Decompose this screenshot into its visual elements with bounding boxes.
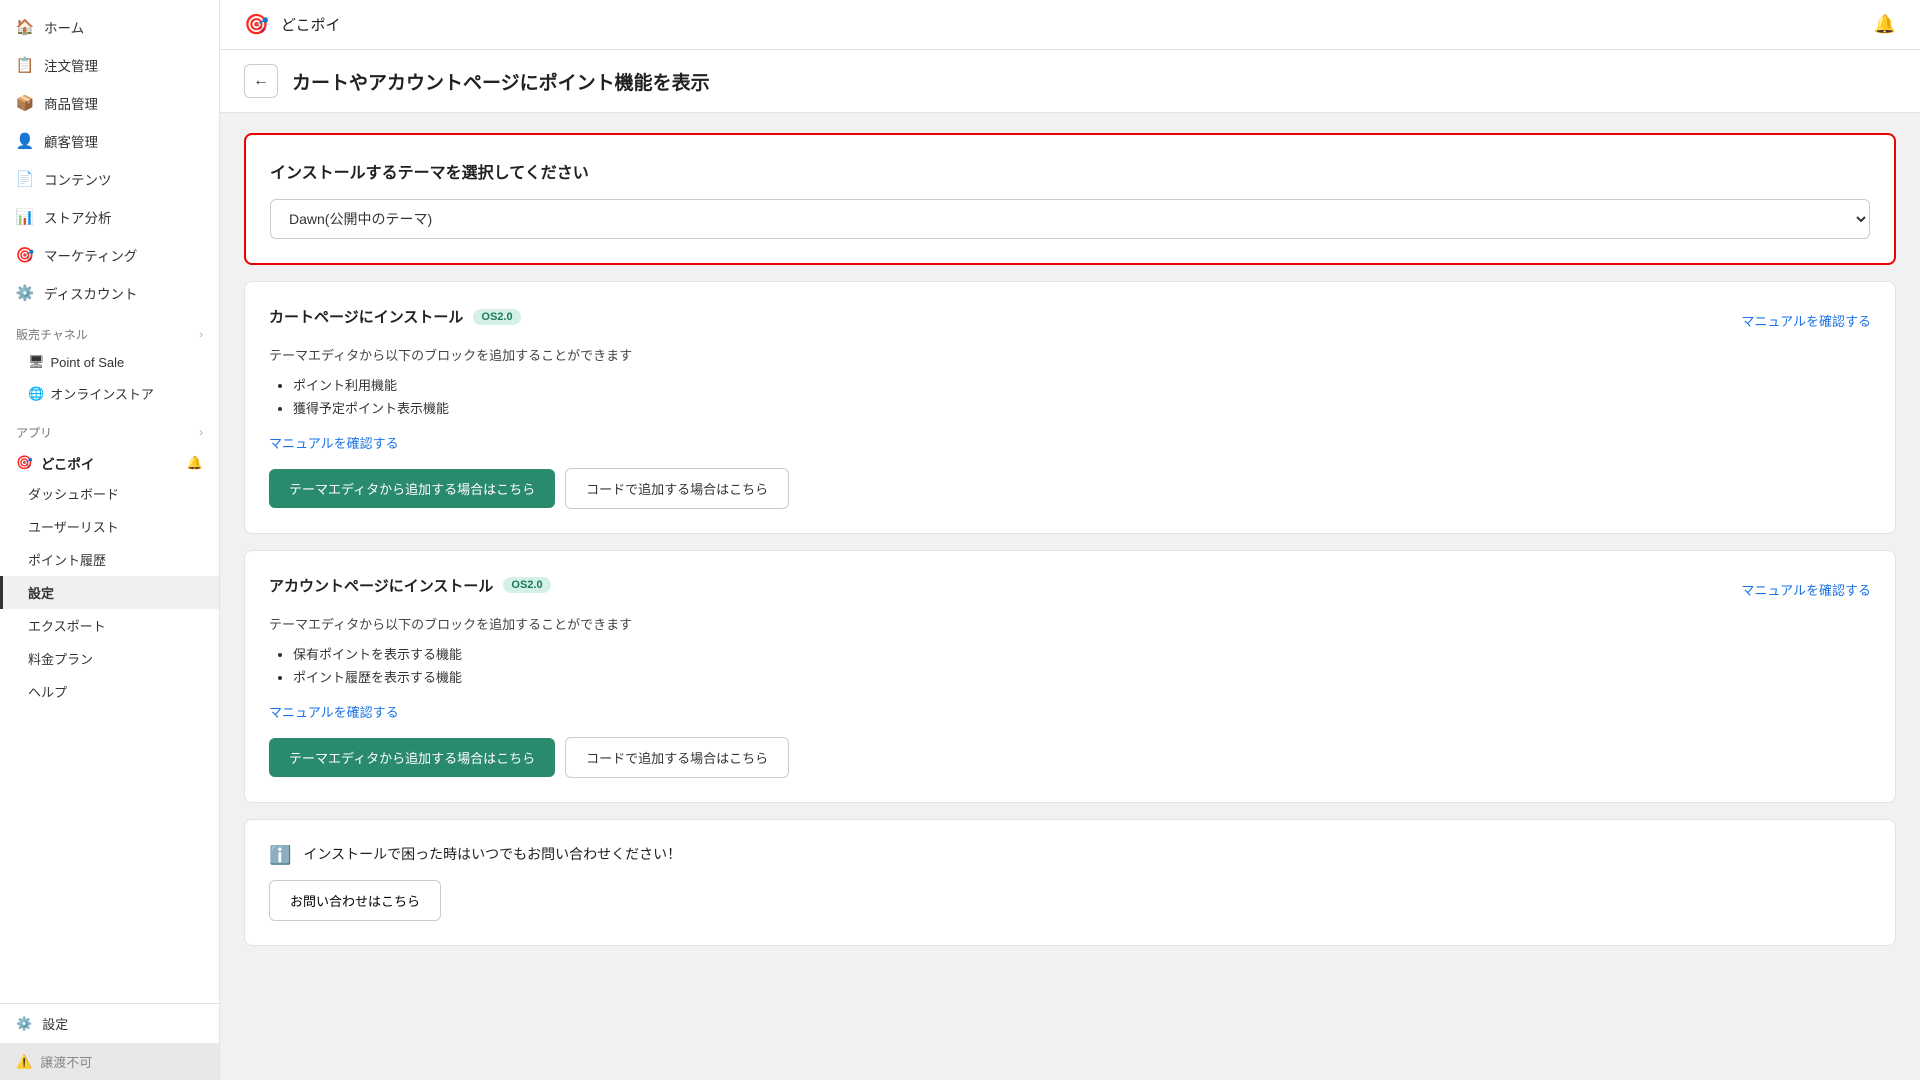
cart-feature-1: ポイント利用機能 <box>293 374 1871 397</box>
sidebar-item-orders[interactable]: 📋 注文管理 <box>0 46 219 84</box>
apps-section: アプリ › <box>0 410 219 445</box>
orders-icon: 📋 <box>16 56 34 74</box>
sidebar-item-user-list[interactable]: ユーザーリスト <box>0 510 219 543</box>
sidebar-item-customers[interactable]: 👤 顧客管理 <box>0 122 219 160</box>
topbar-right: 🔔 <box>1874 14 1896 35</box>
home-icon: 🏠 <box>16 18 34 36</box>
sidebar-item-help[interactable]: ヘルプ <box>0 675 219 708</box>
discounts-icon: ⚙️ <box>16 284 34 302</box>
cart-theme-editor-button[interactable]: テーマエディタから追加する場合はこちら <box>269 469 555 508</box>
sidebar-item-analytics[interactable]: 📊 ストア分析 <box>0 198 219 236</box>
page-title: カートやアカウントページにポイント機能を表示 <box>292 68 710 95</box>
account-install-card: アカウントページにインストール OS2.0 マニュアルを確認する テーマエディタ… <box>244 550 1896 803</box>
sidebar-unavailable: ⚠️ 譲渡不可 <box>0 1043 219 1080</box>
cart-card-header: カートページにインストール OS2.0 マニュアルを確認する <box>269 306 1871 335</box>
topbar-app-icon: 🎯 <box>244 12 269 37</box>
account-description: テーマエディタから以下のブロックを追加することができます <box>269 614 1871 633</box>
customers-icon: 👤 <box>16 132 34 150</box>
theme-selector-card: インストールするテーマを選択してください Dawn(公開中のテーマ) <box>244 133 1896 265</box>
marketing-icon: 🎯 <box>16 246 34 264</box>
theme-selector-title: インストールするテーマを選択してください <box>270 159 1870 183</box>
back-button[interactable]: ← <box>244 64 278 98</box>
content-icon: 📄 <box>16 170 34 188</box>
cart-install-card: カートページにインストール OS2.0 マニュアルを確認する テーマエディタから… <box>244 281 1896 534</box>
cart-os-badge: OS2.0 <box>473 309 520 325</box>
warning-icon: ⚠️ <box>16 1054 32 1070</box>
pos-icon: 🖥 <box>28 354 45 370</box>
chevron-icon: › <box>199 329 203 341</box>
account-code-button[interactable]: コードで追加する場合はこちら <box>565 737 789 778</box>
cart-feature-2: 獲得予定ポイント表示機能 <box>293 397 1871 420</box>
sales-channel-section: 販売チャネル › <box>0 312 219 347</box>
sidebar: 🏠 ホーム 📋 注文管理 📦 商品管理 👤 顧客管理 📄 コンテンツ 📊 ストア… <box>0 0 220 1080</box>
main-content: 🎯 どこポイ 🔔 ← カートやアカウントページにポイント機能を表示 インストール… <box>220 0 1920 1080</box>
sidebar-item-dashboard[interactable]: ダッシュボード <box>0 477 219 510</box>
sidebar-item-discounts[interactable]: ⚙️ ディスカウント <box>0 274 219 312</box>
sidebar-item-home[interactable]: 🏠 ホーム <box>0 8 219 46</box>
bell-icon[interactable]: 🔔 <box>187 455 203 471</box>
cart-actions: テーマエディタから追加する場合はこちら コードで追加する場合はこちら <box>269 468 1871 509</box>
account-manual-link[interactable]: マニュアルを確認する <box>269 702 399 721</box>
analytics-icon: 📊 <box>16 208 34 226</box>
theme-select[interactable]: Dawn(公開中のテーマ) <box>270 199 1870 239</box>
sidebar-item-export[interactable]: エクスポート <box>0 609 219 642</box>
page-header: ← カートやアカウントページにポイント機能を表示 <box>220 50 1920 113</box>
account-actions: テーマエディタから追加する場合はこちら コードで追加する場合はこちら <box>269 737 1871 778</box>
cart-description: テーマエディタから以下のブロックを追加することができます <box>269 345 1871 364</box>
products-icon: 📦 <box>16 94 34 112</box>
back-arrow-icon: ← <box>253 72 269 90</box>
app-label: 🎯 どこポイ 🔔 <box>0 445 219 477</box>
account-manual-link-top[interactable]: マニュアルを確認する <box>1741 580 1871 599</box>
sidebar-item-point-history[interactable]: ポイント履歴 <box>0 543 219 576</box>
cart-code-button[interactable]: コードで追加する場合はこちら <box>565 468 789 509</box>
support-card: ℹ️ インストールで困った時はいつでもお問い合わせください！ お問い合わせはこち… <box>244 819 1896 946</box>
contact-button[interactable]: お問い合わせはこちら <box>269 880 441 921</box>
sidebar-bottom: ⚙️ 設定 ⚠️ 譲渡不可 <box>0 1003 219 1080</box>
cart-card-title-row: カートページにインストール OS2.0 <box>269 306 521 327</box>
sidebar-item-pricing[interactable]: 料金プラン <box>0 642 219 675</box>
account-card-header: アカウントページにインストール OS2.0 マニュアルを確認する <box>269 575 1871 604</box>
app-emoji-icon: 🎯 <box>16 455 33 471</box>
sidebar-item-products[interactable]: 📦 商品管理 <box>0 84 219 122</box>
info-icon: ℹ️ <box>269 845 291 866</box>
account-theme-editor-button[interactable]: テーマエディタから追加する場合はこちら <box>269 738 555 777</box>
cart-features-list: ポイント利用機能 獲得予定ポイント表示機能 <box>269 374 1871 421</box>
sidebar-item-pos[interactable]: 🖥 Point of Sale <box>0 347 219 377</box>
cart-manual-link[interactable]: マニュアルを確認する <box>269 433 399 452</box>
sidebar-item-settings[interactable]: 設定 <box>0 576 219 609</box>
settings-icon: ⚙️ <box>16 1016 32 1032</box>
account-features-list: 保有ポイントを表示する機能 ポイント履歴を表示する機能 <box>269 643 1871 690</box>
sidebar-item-marketing[interactable]: 🎯 マーケティング <box>0 236 219 274</box>
support-info-text: インストールで困った時はいつでもお問い合わせください！ <box>303 844 681 864</box>
account-card-title-row: アカウントページにインストール OS2.0 <box>269 575 551 596</box>
account-feature-2: ポイント履歴を表示する機能 <box>293 666 1871 689</box>
support-info-box: ℹ️ インストールで困った時はいつでもお問い合わせください！ <box>269 844 1871 866</box>
sidebar-item-content[interactable]: 📄 コンテンツ <box>0 160 219 198</box>
sidebar-item-online-store[interactable]: 🌐 オンラインストア <box>0 377 219 410</box>
online-store-icon: 🌐 <box>28 386 44 402</box>
account-os-badge: OS2.0 <box>503 577 550 593</box>
content-area: インストールするテーマを選択してください Dawn(公開中のテーマ) カートペー… <box>220 113 1920 966</box>
account-feature-1: 保有ポイントを表示する機能 <box>293 643 1871 666</box>
topbar: 🎯 どこポイ 🔔 <box>220 0 1920 50</box>
cart-manual-link-top[interactable]: マニュアルを確認する <box>1741 311 1871 330</box>
topbar-bell-icon[interactable]: 🔔 <box>1874 14 1896 35</box>
apps-chevron-icon: › <box>199 427 203 439</box>
sidebar-bottom-settings[interactable]: ⚙️ 設定 <box>0 1004 219 1043</box>
